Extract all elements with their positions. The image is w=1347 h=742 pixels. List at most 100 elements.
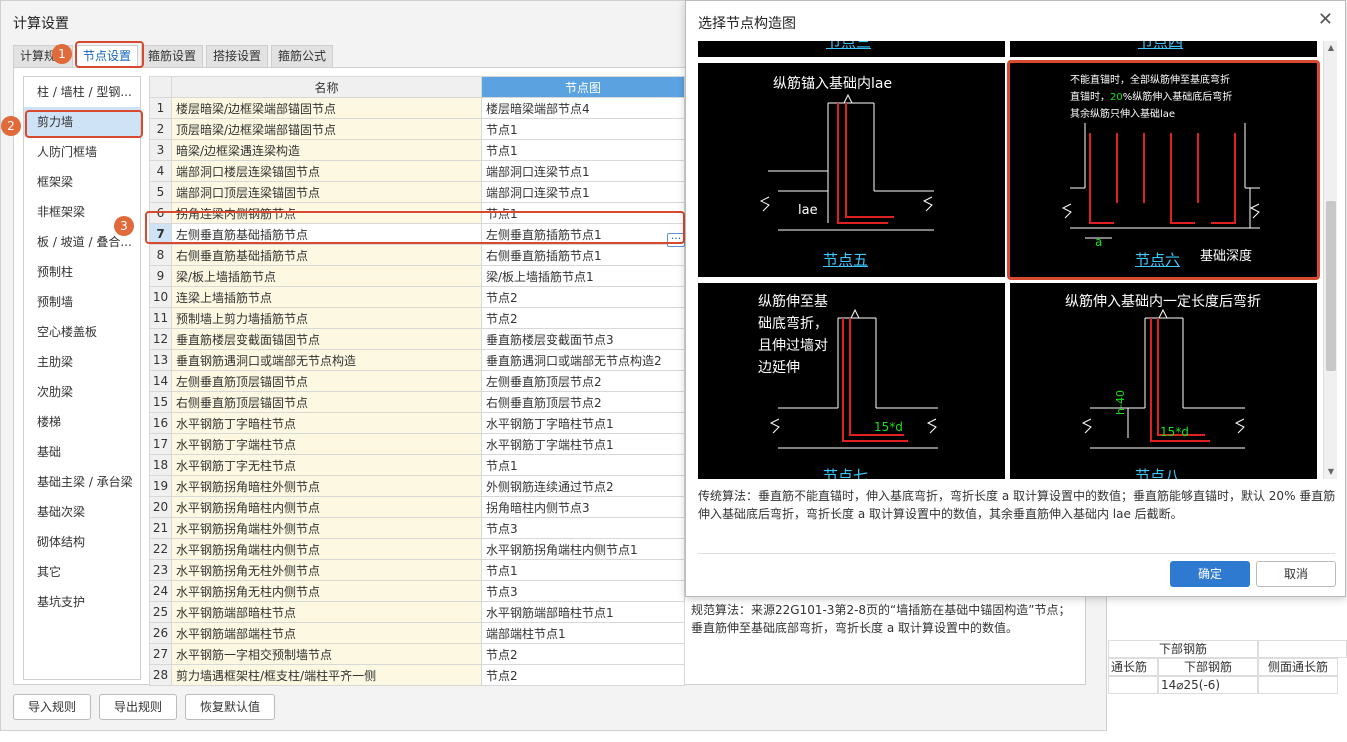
- diagram-node-6[interactable]: 不能直锚时，全部纵筋伸至基底弯折 直锚时，20%纵筋伸入基础底后弯折 其余纵筋只…: [1010, 63, 1317, 277]
- sidebar-item[interactable]: 楼梯: [24, 407, 140, 437]
- more-button[interactable]: ···: [667, 233, 685, 247]
- row-node[interactable]: 垂直筋楼层变截面节点3: [481, 328, 685, 350]
- close-icon[interactable]: ✕: [1318, 9, 1333, 30]
- table-row[interactable]: 14 左侧垂直筋顶层锚固节点 左侧垂直筋顶层节点2: [149, 370, 685, 392]
- tab-lap-settings[interactable]: 搭接设置: [206, 45, 269, 67]
- table-row[interactable]: 11 预制墙上剪力墙插筋节点 节点2: [149, 307, 685, 329]
- row-node[interactable]: 垂直筋遇洞口或端部无节点构造2: [481, 349, 685, 371]
- row-node[interactable]: 拐角暗柱内侧节点3: [481, 496, 685, 518]
- table-row[interactable]: 23 水平钢筋拐角无柱外侧节点 节点1: [149, 559, 685, 581]
- table-row[interactable]: 20 水平钢筋拐角暗柱内侧节点 拐角暗柱内侧节点3: [149, 496, 685, 518]
- row-node[interactable]: 梁/板上墙插筋节点1: [481, 265, 685, 287]
- table-row[interactable]: 1 楼层暗梁/边框梁端部锚固节点 楼层暗梁端部节点4: [149, 97, 685, 119]
- sidebar-item[interactable]: 人防门框墙: [24, 137, 140, 167]
- table-row[interactable]: 18 水平钢筋丁字无柱节点 节点1: [149, 454, 685, 476]
- sidebar-item[interactable]: 基坑支护: [24, 587, 140, 617]
- sidebar-item[interactable]: 预制墙: [24, 287, 140, 317]
- gallery-scrollbar[interactable]: ▲ ▼: [1323, 41, 1337, 479]
- sidebar-item[interactable]: 框架梁: [24, 167, 140, 197]
- import-rules-button[interactable]: 导入规则: [13, 694, 92, 720]
- table-row[interactable]: 3 暗梁/边框梁遇连梁构造 节点1: [149, 139, 685, 161]
- row-node[interactable]: 节点1: [481, 139, 685, 161]
- table-row[interactable]: 7 左侧垂直筋基础插筋节点 左侧垂直筋插筋节点1: [149, 223, 685, 245]
- row-node[interactable]: 节点2: [481, 307, 685, 329]
- sidebar-item[interactable]: 基础主梁 / 承台梁: [24, 467, 140, 497]
- row-node[interactable]: 节点3: [481, 517, 685, 539]
- diagram-node-5[interactable]: 纵筋锚入基础内lae lae 节点五: [698, 63, 1005, 277]
- table-row[interactable]: 9 梁/板上墙插筋节点 梁/板上墙插筋节点1: [149, 265, 685, 287]
- scroll-down-icon[interactable]: ▼: [1324, 465, 1338, 479]
- sidebar-item[interactable]: 基础: [24, 437, 140, 467]
- table-row[interactable]: 26 水平钢筋端部端柱节点 端部端柱节点1: [149, 622, 685, 644]
- row-node[interactable]: 节点1: [481, 202, 685, 224]
- table-row[interactable]: 5 端部洞口顶层连梁锚固节点 端部洞口连梁节点1: [149, 181, 685, 203]
- table-row[interactable]: 2 顶层暗梁/边框梁端部锚固节点 节点1: [149, 118, 685, 140]
- tab-stirrup-settings[interactable]: 箍筋设置: [141, 45, 204, 67]
- row-node[interactable]: 左侧垂直筋插筋节点1: [481, 223, 685, 245]
- export-rules-button[interactable]: 导出规则: [99, 694, 178, 720]
- table-row[interactable]: 24 水平钢筋拐角无柱内侧节点 节点3: [149, 580, 685, 602]
- table-row[interactable]: 22 水平钢筋拐角端柱内侧节点 水平钢筋拐角端柱内侧节点1: [149, 538, 685, 560]
- col-node-diagram: 节点图: [481, 76, 685, 98]
- scroll-thumb[interactable]: [1326, 201, 1336, 371]
- diagram-node-4[interactable]: 节点四: [1010, 41, 1317, 57]
- scroll-up-icon[interactable]: ▲: [1324, 41, 1338, 55]
- row-node[interactable]: 水平钢筋端部暗柱节点1: [481, 601, 685, 623]
- diagram-node-3[interactable]: 节点三: [698, 41, 1005, 57]
- table-row[interactable]: 6 拐角连梁内侧钢筋节点 节点1: [149, 202, 685, 224]
- row-node[interactable]: 节点2: [481, 286, 685, 308]
- row-node[interactable]: 水平钢筋拐角端柱内侧节点1: [481, 538, 685, 560]
- restore-defaults-button[interactable]: 恢复默认值: [185, 694, 276, 720]
- row-node[interactable]: 节点2: [481, 664, 685, 686]
- diagram-node-7[interactable]: 纵筋伸至基 础底弯折， 且伸过墙对 边延伸 15*d 节点七: [698, 283, 1005, 479]
- row-node[interactable]: 水平钢筋丁字端柱节点1: [481, 433, 685, 455]
- diagram-node-8[interactable]: 纵筋伸入基础内一定长度后弯折 15*d h-40 节点八: [1010, 283, 1317, 479]
- cancel-button[interactable]: 取消: [1256, 561, 1336, 587]
- row-node[interactable]: 节点3: [481, 580, 685, 602]
- sidebar-item[interactable]: 剪力墙: [24, 107, 140, 137]
- row-node[interactable]: 外侧钢筋连续通过节点2: [481, 475, 685, 497]
- table-row[interactable]: 16 水平钢筋丁字暗柱节点 水平钢筋丁字暗柱节点1: [149, 412, 685, 434]
- table-row[interactable]: 12 垂直筋楼层变截面锚固节点 垂直筋楼层变截面节点3: [149, 328, 685, 350]
- table-row[interactable]: 19 水平钢筋拐角暗柱外侧节点 外侧钢筋连续通过节点2: [149, 475, 685, 497]
- row-node[interactable]: 水平钢筋丁字暗柱节点1: [481, 412, 685, 434]
- row-node[interactable]: 节点1: [481, 454, 685, 476]
- row-node[interactable]: 端部洞口连梁节点1: [481, 160, 685, 182]
- row-node[interactable]: 楼层暗梁端部节点4: [481, 97, 685, 119]
- table-row[interactable]: 4 端部洞口楼层连梁锚固节点 端部洞口连梁节点1: [149, 160, 685, 182]
- sidebar-item[interactable]: 基础次梁: [24, 497, 140, 527]
- table-row[interactable]: 27 水平钢筋一字相交预制墙节点 节点2: [149, 643, 685, 665]
- table-row[interactable]: 13 垂直钢筋遇洞口或端部无节点构造 垂直筋遇洞口或端部无节点构造2: [149, 349, 685, 371]
- row-node[interactable]: 节点1: [481, 559, 685, 581]
- row-name: 端部洞口楼层连梁锚固节点: [171, 160, 482, 182]
- row-index: 9: [149, 265, 172, 287]
- sidebar-item[interactable]: 次肋梁: [24, 377, 140, 407]
- row-node[interactable]: 右侧垂直筋顶层节点2: [481, 391, 685, 413]
- tab-node-settings[interactable]: 节点设置: [76, 45, 139, 67]
- table-row[interactable]: 25 水平钢筋端部暗柱节点 水平钢筋端部暗柱节点1: [149, 601, 685, 623]
- sidebar-item[interactable]: 柱 / 墙柱 / 型钢...: [24, 77, 140, 107]
- table-row[interactable]: 10 连梁上墙插筋节点 节点2: [149, 286, 685, 308]
- table-row[interactable]: 8 右侧垂直筋基础插筋节点 右侧垂直筋插筋节点1: [149, 244, 685, 266]
- ok-button[interactable]: 确定: [1170, 561, 1250, 587]
- table-row[interactable]: 17 水平钢筋丁字端柱节点 水平钢筋丁字端柱节点1: [149, 433, 685, 455]
- row-node[interactable]: 右侧垂直筋插筋节点1: [481, 244, 685, 266]
- row-index: 22: [149, 538, 172, 560]
- row-node[interactable]: 端部端柱节点1: [481, 622, 685, 644]
- table-row[interactable]: 15 右侧垂直筋顶层锚固节点 右侧垂直筋顶层节点2: [149, 391, 685, 413]
- row-node[interactable]: 端部洞口连梁节点1: [481, 181, 685, 203]
- sidebar-item[interactable]: 其它: [24, 557, 140, 587]
- table-row[interactable]: 28 剪力墙遇框架柱/框支柱/端柱平齐一侧 节点2: [149, 664, 685, 686]
- sidebar-item[interactable]: 砌体结构: [24, 527, 140, 557]
- rgrid-val[interactable]: 14⌀25(-6): [1158, 676, 1258, 694]
- row-node[interactable]: 左侧垂直筋顶层节点2: [481, 370, 685, 392]
- sidebar-item[interactable]: 空心楼盖板: [24, 317, 140, 347]
- row-index: 21: [149, 517, 172, 539]
- table-row[interactable]: 21 水平钢筋拐角端柱外侧节点 节点3: [149, 517, 685, 539]
- sidebar-item[interactable]: 主肋梁: [24, 347, 140, 377]
- row-node[interactable]: 节点1: [481, 118, 685, 140]
- row-node[interactable]: 节点2: [481, 643, 685, 665]
- tab-stirrup-formula[interactable]: 箍筋公式: [271, 45, 334, 67]
- sidebar-item[interactable]: 预制柱: [24, 257, 140, 287]
- row-name: 右侧垂直筋基础插筋节点: [171, 244, 482, 266]
